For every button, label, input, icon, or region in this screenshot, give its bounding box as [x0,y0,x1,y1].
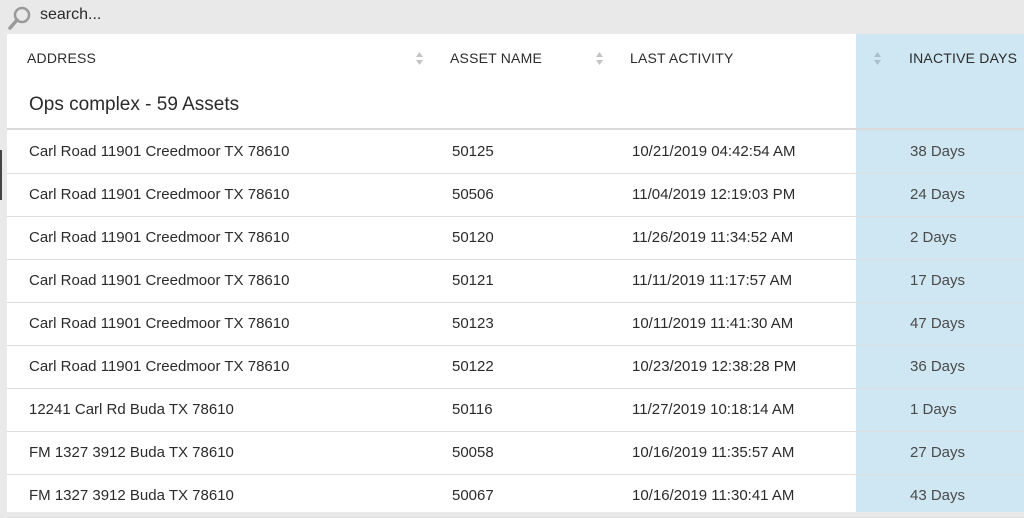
column-header-inactive-days[interactable]: INACTIVE DAYS [909,50,1017,66]
cell-last-activity: 10/16/2019 11:35:57 AM [632,444,795,461]
cell-asset-name: 50058 [452,444,494,461]
cell-last-activity: 11/11/2019 11:17:57 AM [632,272,793,289]
cell-inactive-days: 17 Days [910,272,966,289]
sort-arrows-icon[interactable] [415,50,424,68]
table-row[interactable]: Carl Road 11901 Creedmoor TX 78610 50506… [7,173,1024,217]
assets-table: ADDRESS ASSET NAME LAST ACTIVITY INACTIV… [7,34,1024,518]
search-bar [0,0,1024,34]
table-row[interactable]: 12241 Carl Rd Buda TX 78610 50116 11/27/… [7,388,1024,432]
cell-asset-name: 50121 [452,272,494,289]
column-header-address[interactable]: ADDRESS [27,50,96,66]
cell-inactive-days: 38 Days [910,143,966,160]
cell-inactive-days: 2 Days [910,229,957,246]
sort-arrows-icon[interactable] [873,50,882,68]
cell-last-activity: 10/11/2019 11:41:30 AM [632,315,794,332]
cell-asset-name: 50506 [452,186,494,203]
cell-last-activity: 11/26/2019 11:34:52 AM [632,229,794,246]
cell-inactive-days: 47 Days [910,315,966,332]
cell-address: FM 1327 3912 Buda TX 78610 [29,487,234,504]
column-header-asset-name[interactable]: ASSET NAME [450,50,542,66]
table-row[interactable]: FM 1327 3912 Buda TX 78610 50067 10/16/2… [7,474,1024,518]
cell-address: Carl Road 11901 Creedmoor TX 78610 [29,315,290,332]
cell-address: Carl Road 11901 Creedmoor TX 78610 [29,358,290,375]
search-icon [6,4,34,32]
table-row[interactable]: Carl Road 11901 Creedmoor TX 78610 50123… [7,302,1024,346]
table-row[interactable]: FM 1327 3912 Buda TX 78610 50058 10/16/2… [7,431,1024,475]
table-row[interactable]: Carl Road 11901 Creedmoor TX 78610 50122… [7,345,1024,389]
cell-address: FM 1327 3912 Buda TX 78610 [29,444,234,461]
cell-address: 12241 Carl Rd Buda TX 78610 [29,401,234,418]
cell-last-activity: 10/21/2019 04:42:54 AM [632,143,796,160]
table-row[interactable]: Carl Road 11901 Creedmoor TX 78610 50125… [7,130,1024,174]
left-edge-mark [0,150,2,200]
group-title: Ops complex - 59 Assets [29,94,240,115]
cell-last-activity: 11/27/2019 10:18:14 AM [632,401,795,418]
search-input[interactable] [40,4,640,26]
cell-address: Carl Road 11901 Creedmoor TX 78610 [29,272,290,289]
cell-last-activity: 10/23/2019 12:38:28 PM [632,358,797,375]
sort-arrows-icon[interactable] [595,50,604,68]
cell-asset-name: 50116 [452,401,493,418]
cell-inactive-days: 36 Days [910,358,966,375]
cell-asset-name: 50123 [452,315,494,332]
cell-inactive-days: 1 Days [910,401,957,418]
cell-address: Carl Road 11901 Creedmoor TX 78610 [29,229,290,246]
cell-inactive-days: 24 Days [910,186,966,203]
table-row[interactable]: Carl Road 11901 Creedmoor TX 78610 50121… [7,259,1024,303]
cell-asset-name: 50125 [452,143,494,160]
cell-asset-name: 50067 [452,487,494,504]
cell-inactive-days: 43 Days [910,487,966,504]
table-row[interactable]: Carl Road 11901 Creedmoor TX 78610 50120… [7,216,1024,260]
cell-last-activity: 10/16/2019 11:30:41 AM [632,487,795,504]
cell-asset-name: 50122 [452,358,494,375]
cell-inactive-days: 27 Days [910,444,966,461]
cell-address: Carl Road 11901 Creedmoor TX 78610 [29,143,290,160]
cell-address: Carl Road 11901 Creedmoor TX 78610 [29,186,290,203]
cell-asset-name: 50120 [452,229,494,246]
column-header-last-activity[interactable]: LAST ACTIVITY [630,50,734,66]
cell-last-activity: 11/04/2019 12:19:03 PM [632,186,796,203]
